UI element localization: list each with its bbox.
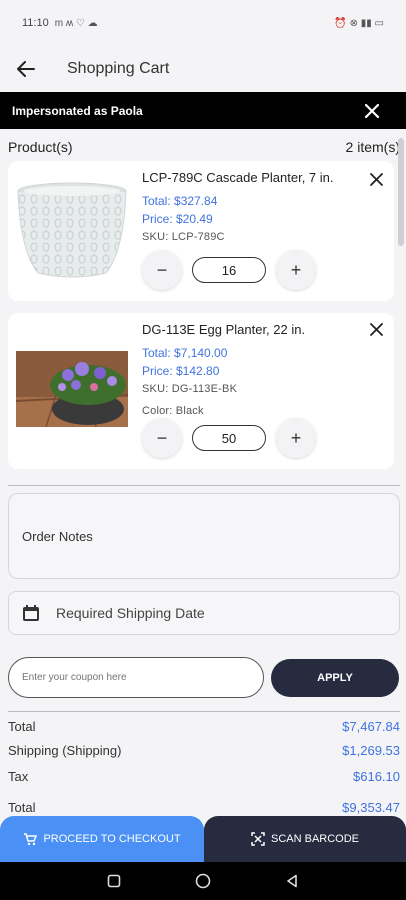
scan-label: SCAN BARCODE xyxy=(270,833,360,845)
quantity-stepper: − 16 + xyxy=(142,250,316,290)
coupon-input[interactable] xyxy=(22,672,263,683)
close-icon xyxy=(369,172,383,186)
status-right: ⏰ ⊗ ▮▮ ▭ xyxy=(334,18,384,29)
summary-label: Tax xyxy=(8,769,29,784)
increase-quantity-button[interactable]: + xyxy=(276,418,316,458)
summary-row: Total $7,467.84 xyxy=(8,719,400,734)
summary-label: Shipping (Shipping) xyxy=(8,743,122,758)
order-notes-label: Order Notes xyxy=(22,529,93,544)
close-icon xyxy=(365,104,379,118)
product-sku: SKU: LCP-789C xyxy=(142,231,225,243)
notification-icons: m ʍ ♡ ☁ xyxy=(54,17,98,29)
status-bar: 11:10 m ʍ ♡ ☁ ⏰ ⊗ ▮▮ ▭ xyxy=(0,0,406,46)
divider xyxy=(8,711,400,712)
apply-coupon-button[interactable]: APPLY xyxy=(271,659,399,697)
home-button[interactable] xyxy=(193,871,213,891)
system-nav-bar xyxy=(0,862,406,900)
products-header: Product(s) 2 item(s) xyxy=(8,139,400,155)
home-icon xyxy=(195,873,211,889)
remove-item-button[interactable] xyxy=(366,319,386,339)
status-left: 11:10 m ʍ ♡ ☁ xyxy=(22,17,98,29)
product-name: DG-113E Egg Planter, 22 in. xyxy=(142,322,306,337)
bottom-actions: PROCEED TO CHECKOUT SCAN BARCODE xyxy=(0,816,406,862)
impersonation-text: Impersonated as Paola xyxy=(12,103,143,118)
cart-item: LCP-789C Cascade Planter, 7 in. Total: $… xyxy=(8,161,394,301)
recents-button[interactable] xyxy=(104,871,124,891)
product-total: Total: $327.84 xyxy=(142,194,218,208)
summary-value: $1,269.53 xyxy=(342,743,400,758)
summary-label: Total xyxy=(8,800,36,815)
summary-row: Total $9,353.47 xyxy=(8,800,400,815)
shipping-date-label: Required Shipping Date xyxy=(56,605,205,621)
summary-row: Shipping (Shipping) $1,269.53 xyxy=(8,743,400,758)
decrease-quantity-button[interactable]: − xyxy=(142,418,182,458)
scrollbar[interactable] xyxy=(398,138,404,246)
status-time: 11:10 xyxy=(22,17,49,29)
order-notes-field[interactable]: Order Notes xyxy=(8,493,400,579)
close-icon xyxy=(369,322,383,336)
product-price: Price: $20.49 xyxy=(142,212,213,226)
recents-icon xyxy=(108,874,121,888)
divider xyxy=(8,485,400,486)
arrow-left-icon xyxy=(17,61,35,77)
remove-item-button[interactable] xyxy=(366,169,386,189)
product-info: DG-113E Egg Planter, 22 in. Total: $7,14… xyxy=(142,321,384,420)
product-image xyxy=(16,181,128,281)
summary-value: $7,467.84 xyxy=(342,719,400,734)
back-button[interactable] xyxy=(0,46,52,92)
cart-icon xyxy=(24,833,38,846)
summary-label: Total xyxy=(8,719,36,734)
summary-row: Tax $616.10 xyxy=(8,769,400,784)
quantity-field[interactable]: 50 xyxy=(192,425,266,451)
decrease-quantity-button[interactable]: − xyxy=(142,250,182,290)
app-header: Shopping Cart xyxy=(0,46,406,92)
scan-barcode-button[interactable]: SCAN BARCODE xyxy=(204,816,406,862)
summary-value: $9,353.47 xyxy=(342,800,400,815)
proceed-to-checkout-button[interactable]: PROCEED TO CHECKOUT xyxy=(0,816,204,862)
plus-icon: + xyxy=(290,427,302,448)
increase-quantity-button[interactable]: + xyxy=(276,250,316,290)
minus-icon: − xyxy=(156,427,168,448)
plus-icon: + xyxy=(290,259,302,280)
close-impersonation-button[interactable] xyxy=(362,101,382,121)
product-image xyxy=(15,351,129,428)
cart-item: DG-113E Egg Planter, 22 in. Total: $7,14… xyxy=(8,313,394,469)
system-icons: ⏰ ⊗ ▮▮ ▭ xyxy=(334,17,384,29)
product-total: Total: $7,140.00 xyxy=(142,346,228,360)
quantity-field[interactable]: 16 xyxy=(192,257,266,283)
page-title: Shopping Cart xyxy=(67,60,170,77)
summary-value: $616.10 xyxy=(353,769,400,784)
minus-icon: − xyxy=(156,259,168,280)
product-info: LCP-789C Cascade Planter, 7 in. Total: $… xyxy=(142,169,384,246)
back-triangle-icon xyxy=(286,874,297,888)
product-name: LCP-789C Cascade Planter, 7 in. xyxy=(142,170,334,185)
products-label: Product(s) xyxy=(8,139,73,155)
back-nav-button[interactable] xyxy=(282,871,302,891)
product-price: Price: $142.80 xyxy=(142,364,220,378)
coupon-field[interactable] xyxy=(8,657,264,698)
cart-content[interactable]: Product(s) 2 item(s) LCP-789C Cascade Pl… xyxy=(0,129,406,816)
barcode-scan-icon xyxy=(251,832,265,846)
quantity-stepper: − 50 + xyxy=(142,418,316,458)
shipping-date-field[interactable]: Required Shipping Date xyxy=(8,591,400,635)
items-count: 2 item(s) xyxy=(345,139,400,155)
checkout-label: PROCEED TO CHECKOUT xyxy=(43,833,181,845)
calendar-icon xyxy=(23,605,39,621)
impersonation-bar: Impersonated as Paola xyxy=(0,92,406,129)
product-sku: SKU: DG-113E-BK xyxy=(142,383,238,395)
